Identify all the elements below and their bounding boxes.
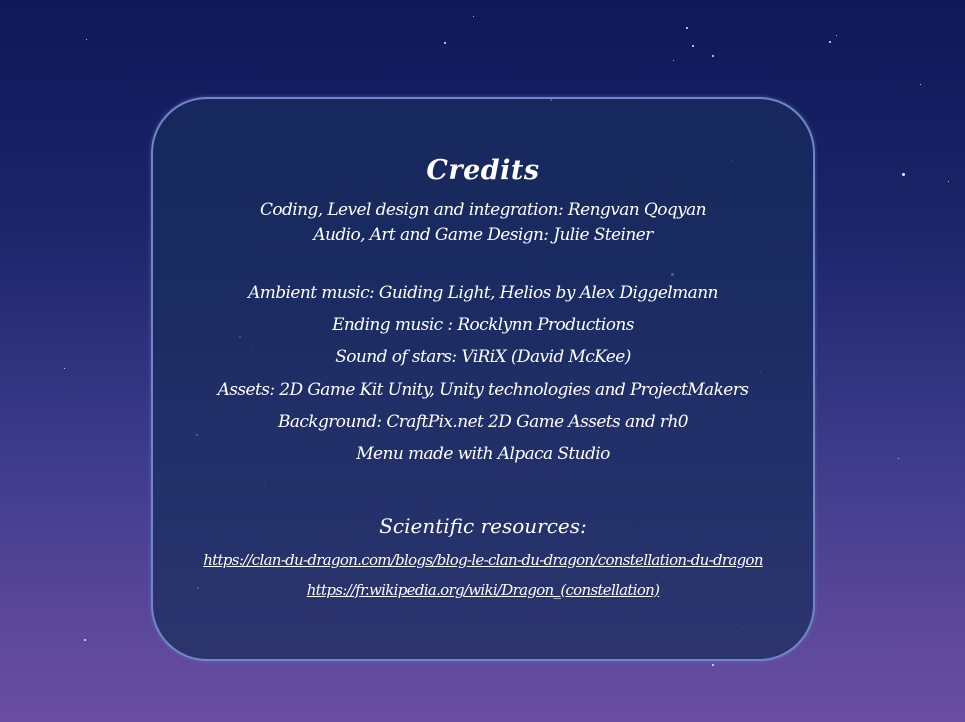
star	[473, 16, 474, 17]
star	[829, 41, 831, 43]
star	[444, 42, 446, 44]
credit-line-ending-music: Ending music : Rocklynn Productions	[332, 315, 634, 335]
star	[920, 84, 921, 85]
star	[64, 368, 65, 369]
star	[902, 173, 905, 176]
star	[86, 39, 87, 40]
link-clan-du-dragon[interactable]: https://clan-du-dragon.com/blogs/blog-le…	[153, 551, 813, 569]
link-wikipedia-dragon-text[interactable]: https://fr.wikipedia.org/wiki/Dragon_(co…	[307, 581, 660, 599]
credit-line-sound-of-stars: Sound of stars: ViRiX (David McKee)	[335, 347, 631, 367]
star	[673, 60, 674, 61]
link-wikipedia-dragon[interactable]: https://fr.wikipedia.org/wiki/Dragon_(co…	[153, 581, 813, 599]
credit-line-assets: Assets: 2D Game Kit Unity, Unity technol…	[217, 380, 749, 400]
star	[712, 55, 714, 57]
star	[948, 181, 949, 182]
star	[836, 35, 837, 36]
link-clan-du-dragon-text[interactable]: https://clan-du-dragon.com/blogs/blog-le…	[203, 551, 763, 569]
credits-title: Credits	[426, 155, 540, 186]
credits-panel: Credits Coding, Level design and integra…	[151, 97, 815, 661]
credit-line-ambient-music: Ambient music: Guiding Light, Helios by …	[248, 283, 718, 303]
star	[898, 458, 899, 459]
star	[712, 664, 714, 666]
star	[692, 45, 694, 47]
star	[686, 27, 688, 29]
star	[84, 639, 86, 641]
credit-line-coding: Coding, Level design and integration: Re…	[259, 200, 707, 220]
credit-line-menu: Menu made with Alpaca Studio	[356, 444, 610, 464]
credit-line-design: Audio, Art and Game Design: Julie Steine…	[313, 225, 653, 245]
scientific-resources-heading: Scientific resources:	[379, 514, 587, 538]
credit-line-background: Background: CraftPix.net 2D Game Assets …	[277, 412, 689, 432]
